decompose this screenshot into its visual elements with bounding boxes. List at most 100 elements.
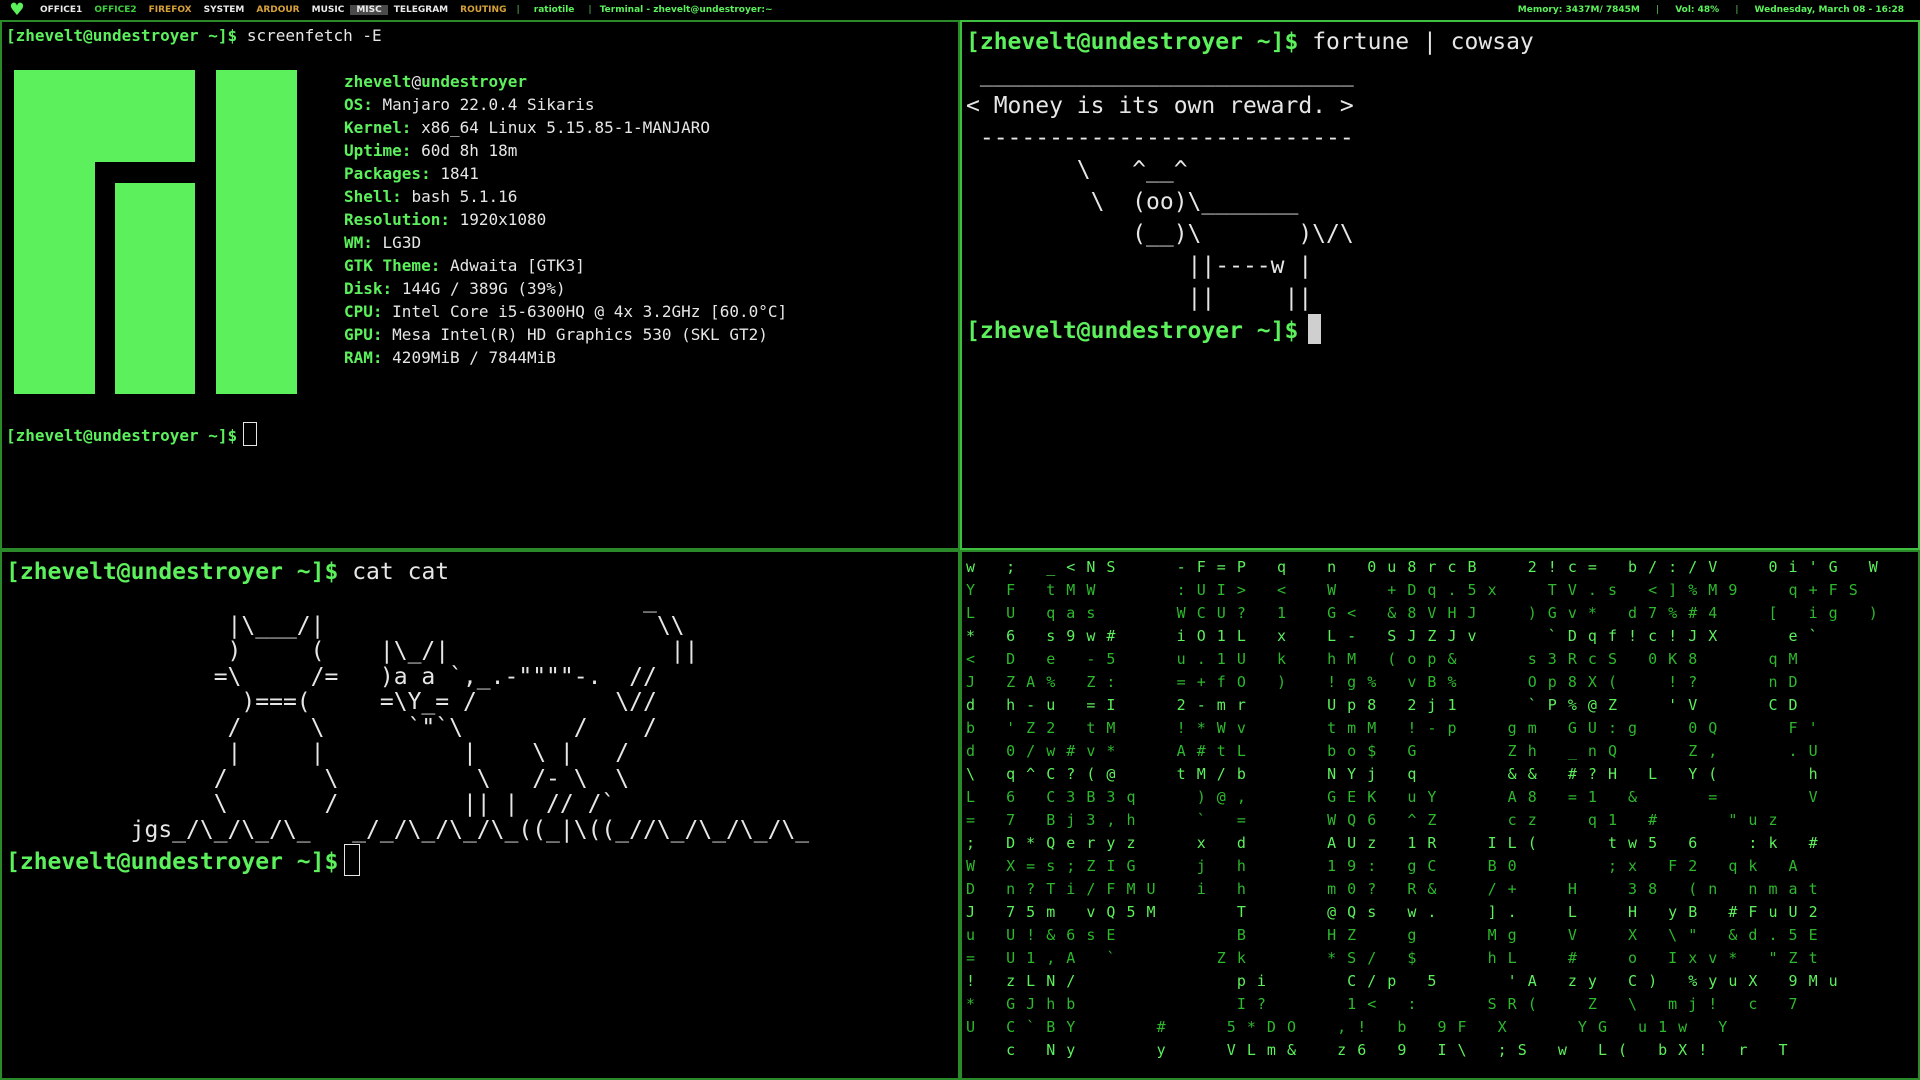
- command-text: screenfetch -E: [246, 26, 382, 45]
- info-label: Disk:: [344, 279, 393, 298]
- info-value: 4209MiB / 7844MiB: [392, 348, 556, 367]
- workspace-office1[interactable]: OFFICE1: [34, 5, 88, 15]
- command-line[interactable]: [zhevelt@undestroyer ~]$: [966, 314, 1322, 347]
- info-value: Manjaro 22.0.4 Sikaris: [382, 95, 595, 114]
- workspace-system[interactable]: SYSTEM: [198, 5, 251, 15]
- info-row: Kernel: x86_64 Linux 5.15.85-1-MANJARO: [344, 116, 787, 139]
- logo-bar: [95, 70, 195, 162]
- info-row: RAM: 4209MiB / 7844MiB: [344, 346, 787, 369]
- command-text: cat cat: [352, 559, 450, 585]
- terminal-matrix[interactable]: w ; _ < N S - F = P q n 0 u 8 r c B 2 ! …: [960, 550, 1920, 1080]
- info-value: Adwaita [GTK3]: [449, 256, 585, 275]
- matrix-rain: w ; _ < N S - F = P q n 0 u 8 r c B 2 ! …: [966, 558, 1879, 1064]
- terminal-screenfetch[interactable]: [zhevelt@undestroyer ~]$ screenfetch -E …: [0, 20, 960, 550]
- manjaro-logo: [14, 70, 297, 394]
- matrix-line: = U 1 , A ` Z k * S / $ h L # o I x v * …: [966, 949, 1819, 967]
- info-label: Resolution:: [344, 210, 450, 229]
- matrix-line: L 6 C 3 B 3 q ) @ , G E K u Y A 8 = 1 & …: [966, 788, 1819, 806]
- workspace-music[interactable]: MUSIC: [306, 5, 351, 15]
- matrix-line: J Z A % Z : = + f O ) ! g % v B % O p 8 …: [966, 673, 1799, 691]
- info-value: 1841: [440, 164, 479, 183]
- matrix-line: < D e - 5 u . 1 U k h M ( o p & s 3 R c …: [966, 650, 1799, 668]
- workspace-ardour[interactable]: ARDOUR: [250, 5, 305, 15]
- info-label: GTK Theme:: [344, 256, 441, 275]
- heart-icon[interactable]: ♥: [0, 0, 34, 20]
- info-value: bash 5.1.16: [411, 187, 518, 206]
- info-list: OS: Manjaro 22.0.4 Sikaris Kernel: x86_64…: [344, 93, 787, 369]
- workspace-telegram[interactable]: TELEGRAM: [388, 5, 454, 15]
- info-label: Packages:: [344, 164, 431, 183]
- info-value: 60d 8h 18m: [421, 141, 518, 160]
- matrix-line: ! z L N / p i C / p 5 ' A z y C ) % y u …: [966, 972, 1839, 990]
- at-sign: @: [411, 72, 422, 91]
- command-line: [zhevelt@undestroyer ~]$ cat cat: [6, 556, 449, 588]
- command-line: [zhevelt@undestroyer ~]$ screenfetch -E: [6, 24, 382, 47]
- info-row: WM: LG3D: [344, 231, 787, 254]
- matrix-line: L U q a s W C U ? 1 G < & 8 V H J ) G v …: [966, 604, 1879, 622]
- matrix-line: b ' Z 2 t M ! * W v t m M ! - p g m G U …: [966, 719, 1819, 737]
- info-row: Disk: 144G / 389G (39%): [344, 277, 787, 300]
- matrix-line: c N y y V L m & z 6 9 I \ ; S w L ( b X …: [966, 1041, 1789, 1059]
- info-value: LG3D: [382, 233, 422, 252]
- matrix-line: \ q ^ C ? ( @ t M / b N Y j q & & # ? H …: [966, 765, 1819, 783]
- info-row: Resolution: 1920x1080: [344, 208, 787, 231]
- info-row: Shell: bash 5.1.16: [344, 185, 787, 208]
- shell-prompt: [zhevelt@undestroyer ~]$: [966, 29, 1299, 55]
- logo-bar: [216, 70, 297, 394]
- username: zhevelt: [344, 72, 412, 91]
- matrix-line: D n ? T i / F M U i h m 0 ? R & / + H 3 …: [966, 880, 1819, 898]
- shell-prompt: [zhevelt@undestroyer ~]$: [966, 318, 1299, 344]
- workspace-misc[interactable]: MISC: [350, 5, 388, 15]
- workspace-office2[interactable]: OFFICE2: [88, 5, 142, 15]
- matrix-line: = 7 B j 3 , h ` = W Q 6 ^ Z c z q 1 # " …: [966, 811, 1779, 829]
- user-host: zhevelt@undestroyer: [344, 70, 787, 93]
- matrix-line: * 6 s 9 w # i O 1 L x L - S J Z J v ` D …: [966, 627, 1819, 645]
- info-label: Uptime:: [344, 141, 412, 160]
- volume-status[interactable]: Vol: 48%: [1667, 5, 1727, 15]
- shell-prompt: [zhevelt@undestroyer ~]$: [6, 26, 238, 45]
- info-value: 144G / 389G (39%): [401, 279, 566, 298]
- info-value: x86_64 Linux 5.15.85-1-MANJARO: [421, 118, 711, 137]
- command-text: fortune | cowsay: [1312, 29, 1534, 55]
- matrix-line: u U ! & 6 s E B H Z g M g V X \ " & d . …: [966, 926, 1819, 944]
- logo-bar: [115, 183, 195, 394]
- window-title: Terminal - zhevelt@undestroyer:~: [599, 5, 773, 15]
- workspace-firefox[interactable]: FIREFOX: [143, 5, 198, 15]
- memory-status: Memory: 3437M/ 7845M: [1517, 5, 1640, 15]
- text-cursor: [1308, 314, 1322, 344]
- terminal-cowsay[interactable]: [zhevelt@undestroyer ~]$ fortune | cowsa…: [960, 20, 1920, 550]
- info-label: WM:: [344, 233, 373, 252]
- matrix-line: W X = s ; Z I G j h 1 9 : g C B 0 ; x F …: [966, 857, 1799, 875]
- matrix-line: * G J h b I ? 1 < : S R ( Z \ m j ! c 7: [966, 995, 1799, 1013]
- matrix-line: w ; _ < N S - F = P q n 0 u 8 r c B 2 ! …: [966, 558, 1879, 576]
- matrix-line: Y F t M W : U I > < W + D q . 5 x T V . …: [966, 581, 1859, 599]
- separator: |: [1735, 5, 1739, 15]
- info-label: RAM:: [344, 348, 383, 367]
- info-value: Intel Core i5-6300HQ @ 4x 3.2GHz [60.0°C…: [392, 302, 788, 321]
- separator: |: [1655, 5, 1660, 15]
- info-label: OS:: [344, 95, 373, 114]
- info-row: Packages: 1841: [344, 162, 787, 185]
- shell-prompt: [zhevelt@undestroyer ~]$: [6, 426, 238, 445]
- matrix-line: U C ` B Y # 5 * D O , ! b 9 F X Y G u 1 …: [966, 1018, 1729, 1036]
- terminal-cat[interactable]: [zhevelt@undestroyer ~]$ cat cat _ |\___…: [0, 550, 960, 1080]
- info-row: GTK Theme: Adwaita [GTK3]: [344, 254, 787, 277]
- info-label: GPU:: [344, 325, 383, 344]
- workspace-routing[interactable]: ROUTING: [454, 5, 512, 15]
- matrix-line: d 0 / w # v * A # t L b o $ G Z h _ n Q …: [966, 742, 1819, 760]
- info-row: CPU: Intel Core i5-6300HQ @ 4x 3.2GHz [6…: [344, 300, 787, 323]
- info-value: 1920x1080: [459, 210, 547, 229]
- cat-ascii-art: _ |\___/| \\ ) ( |\_/| || =\ /= )a a `,_…: [130, 587, 810, 843]
- shell-prompt: [zhevelt@undestroyer ~]$: [6, 849, 339, 875]
- info-row: OS: Manjaro 22.0.4 Sikaris: [344, 93, 787, 116]
- info-value: Mesa Intel(R) HD Graphics 530 (SKL GT2): [392, 325, 768, 344]
- system-info: zhevelt@undestroyer OS: Manjaro 22.0.4 S…: [344, 70, 787, 369]
- text-cursor: [344, 844, 361, 876]
- command-line[interactable]: [zhevelt@undestroyer ~]$: [6, 844, 361, 878]
- layout-name[interactable]: ratiotile: [524, 5, 585, 15]
- shell-prompt: [zhevelt@undestroyer ~]$: [6, 559, 339, 585]
- text-cursor: [243, 422, 258, 446]
- status-area: Memory: 3437M/ 7845M | Vol: 48% | Wednes…: [1510, 0, 1912, 20]
- command-line[interactable]: [zhevelt@undestroyer ~]$: [6, 422, 258, 447]
- clock[interactable]: Wednesday, March 08 - 16:28: [1747, 5, 1913, 15]
